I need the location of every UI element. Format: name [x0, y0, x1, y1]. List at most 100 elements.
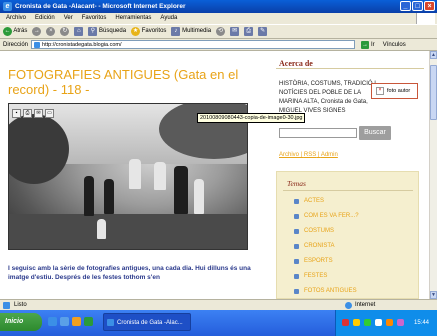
- author-photo[interactable]: × foto autor: [371, 83, 418, 99]
- multimedia-label: Multimedia: [182, 28, 212, 34]
- maximize-button[interactable]: □: [412, 1, 423, 11]
- multimedia-icon: ♪: [171, 27, 181, 36]
- print-image-icon[interactable]: ⎙: [23, 109, 32, 118]
- mail-image-icon[interactable]: ✉: [34, 109, 43, 118]
- search-icon: ⚲: [88, 27, 98, 36]
- topic-link[interactable]: COM ES VA FER...?: [294, 213, 359, 219]
- topics-divider: [283, 190, 413, 191]
- taskbar-item-ie[interactable]: Cronista de Gata -Alac...: [103, 313, 191, 331]
- clock: 15:44: [414, 320, 430, 326]
- tray-icon[interactable]: [342, 319, 349, 326]
- topic-label: COM ES VA FER...?: [304, 213, 359, 219]
- title-bar[interactable]: e Cronista de Gata -Alacant- - Microsoft…: [0, 0, 437, 13]
- window-title: Cronista de Gata -Alacant- - Microsoft I…: [15, 3, 186, 10]
- windows-logo-icon: [416, 13, 435, 24]
- topics-title: Temas: [287, 179, 306, 188]
- refresh-icon[interactable]: ↻: [60, 27, 70, 36]
- multimedia-button[interactable]: ♪ Multimedia: [171, 27, 211, 36]
- image-toolbar: ▪ ⎙ ✉ ▭: [12, 109, 54, 118]
- window-controls: _ □ ×: [400, 1, 435, 11]
- go-button[interactable]: → Ir: [361, 40, 375, 49]
- close-button[interactable]: ×: [424, 1, 435, 11]
- folder-icon: [294, 228, 299, 234]
- sidebar-heading: Acerca de: [279, 59, 313, 68]
- menu-favoritos[interactable]: Favoritos: [82, 13, 107, 24]
- topic-link[interactable]: FESTES: [294, 273, 327, 279]
- topic-label: FOTOS ANTIGUES: [304, 288, 357, 294]
- post-photo[interactable]: [8, 103, 248, 250]
- menu-ver[interactable]: Ver: [64, 13, 73, 24]
- scroll-up-icon[interactable]: ▲: [430, 51, 437, 59]
- tray-icon[interactable]: [386, 319, 393, 326]
- menu-herramientas[interactable]: Herramientas: [115, 13, 151, 24]
- rss-link[interactable]: RSS: [304, 152, 316, 158]
- vertical-scrollbar[interactable]: ▲ ▼: [429, 51, 437, 299]
- start-button[interactable]: Inicio: [0, 313, 42, 331]
- photo-figure: [129, 159, 141, 189]
- topic-link[interactable]: FOTOS ANTIGUES: [294, 288, 357, 294]
- address-bar: Dirección http://cronistadegata.blogia.c…: [0, 39, 437, 51]
- author-photo-label: foto autor: [387, 88, 411, 94]
- minimize-button[interactable]: _: [400, 1, 411, 11]
- about-text: HISTÒRIA, COSTUMS, TRADICIÓ I NOTÍCIES D…: [279, 81, 376, 114]
- topic-label: ESPORTS: [304, 258, 333, 264]
- address-label: Dirección: [3, 41, 29, 48]
- go-label: Ir: [371, 41, 375, 48]
- topic-link[interactable]: ESPORTS: [294, 258, 333, 264]
- page-icon: [3, 302, 10, 309]
- tray-icon[interactable]: [353, 319, 360, 326]
- ie-icon: e: [3, 2, 12, 11]
- topic-link[interactable]: CRONISTA: [294, 243, 335, 249]
- star-icon: ★: [131, 27, 141, 36]
- photo-figure: [194, 179, 204, 214]
- back-button[interactable]: ← Atrás: [3, 27, 27, 36]
- globe-icon: [345, 301, 352, 309]
- scroll-thumb[interactable]: [430, 65, 437, 120]
- tray-icon[interactable]: [375, 319, 382, 326]
- photo-tree: [9, 114, 69, 184]
- photo-ground: [9, 214, 247, 249]
- topic-label: CRONISTA: [304, 243, 335, 249]
- photo-figure: [174, 166, 188, 214]
- folder-image-icon[interactable]: ▭: [45, 109, 54, 118]
- quicklaunch-mail-icon[interactable]: [60, 317, 69, 326]
- favorites-button[interactable]: ★ Favoritos: [131, 27, 166, 36]
- menu-bar: Archivo Edición Ver Favoritos Herramient…: [0, 13, 437, 24]
- links-button[interactable]: Vínculos: [383, 42, 406, 48]
- archive-link[interactable]: Archivo: [279, 152, 299, 158]
- topic-link[interactable]: ACTES: [294, 198, 324, 204]
- volume-icon[interactable]: [397, 319, 404, 326]
- home-icon[interactable]: ⌂: [74, 27, 84, 36]
- photo-figure: [84, 176, 94, 216]
- status-bar: Listo Internet: [0, 299, 437, 310]
- save-image-icon[interactable]: ▪: [12, 109, 21, 118]
- post-title[interactable]: FOTOGRAFIES ANTIGUES (Gata en el record)…: [8, 67, 248, 97]
- folder-icon: [294, 258, 299, 264]
- menu-ayuda[interactable]: Ayuda: [160, 13, 177, 24]
- mail-icon[interactable]: ✉: [230, 27, 240, 36]
- history-icon[interactable]: ⟲: [216, 27, 226, 36]
- menu-archivo[interactable]: Archivo: [6, 13, 26, 24]
- go-arrow-icon: →: [361, 40, 370, 49]
- quicklaunch-media-icon[interactable]: [72, 317, 81, 326]
- photo-figure: [104, 179, 114, 214]
- tray-icon[interactable]: [364, 319, 371, 326]
- scroll-down-icon[interactable]: ▼: [430, 291, 437, 299]
- search-button[interactable]: ⚲ Búsqueda: [88, 27, 126, 36]
- quicklaunch-ie-icon[interactable]: [48, 317, 57, 326]
- back-label: Atrás: [13, 28, 28, 34]
- topic-label: ACTES: [304, 198, 325, 204]
- print-icon[interactable]: ⎙: [244, 27, 254, 36]
- address-input[interactable]: http://cronistadegata.blogia.com/: [31, 40, 356, 49]
- menu-edicion[interactable]: Edición: [35, 13, 55, 24]
- search-input[interactable]: [279, 128, 357, 138]
- page-viewport: FOTOGRAFIES ANTIGUES (Gata en el record)…: [0, 51, 429, 299]
- forward-button[interactable]: →: [32, 27, 42, 36]
- admin-link[interactable]: Admin: [321, 152, 338, 158]
- edit-icon[interactable]: ✎: [258, 27, 268, 36]
- toolbar: ← Atrás → × ↻ ⌂ ⚲ Búsqueda ★ Favoritos ♪…: [0, 24, 437, 39]
- stop-icon[interactable]: ×: [46, 27, 56, 36]
- quicklaunch-desktop-icon[interactable]: [84, 317, 93, 326]
- search-submit-button[interactable]: Buscar: [359, 126, 391, 140]
- topic-link[interactable]: COSTUMS: [294, 228, 334, 234]
